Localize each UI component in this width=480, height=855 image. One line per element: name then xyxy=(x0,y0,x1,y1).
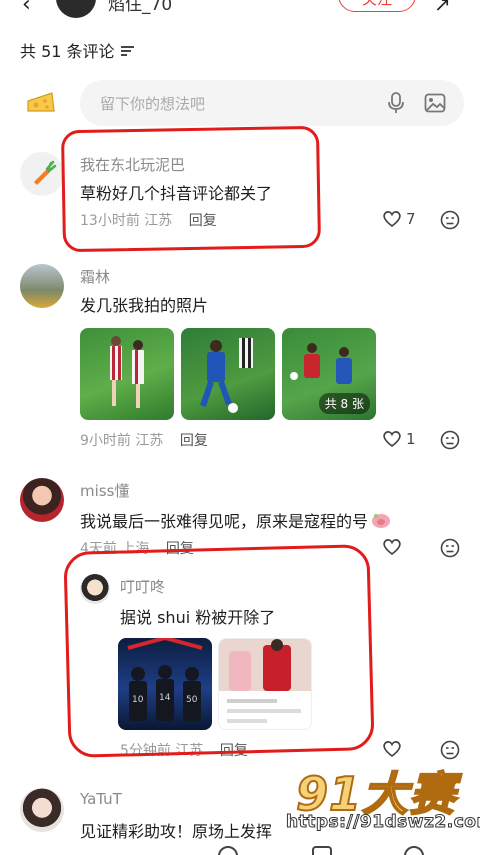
avatar[interactable] xyxy=(20,478,64,522)
heart-icon xyxy=(383,211,401,228)
sort-icon[interactable] xyxy=(120,45,134,56)
soccer-players-image xyxy=(200,338,253,413)
heart-icon xyxy=(383,539,401,556)
microphone-icon[interactable] xyxy=(386,92,406,114)
follow-button[interactable]: 关注 xyxy=(338,0,416,12)
photo-thumbnail[interactable]: 共 8 张 xyxy=(282,328,376,420)
comment-text-body: 我说最后一张难得见呢，原来是寇程的号 xyxy=(80,512,369,531)
photo-grid: 共 8 张 xyxy=(80,328,380,420)
dislike-icon[interactable] xyxy=(440,430,460,450)
annotation-box xyxy=(63,544,375,758)
photo-thumbnail[interactable] xyxy=(80,328,174,420)
comment-icon[interactable] xyxy=(312,846,332,855)
reply-button[interactable]: 回复 xyxy=(180,433,208,449)
comment-count: 共 51 条评论 xyxy=(20,42,115,61)
avatar[interactable] xyxy=(20,264,64,308)
watermark-logo: 91大赛 xyxy=(295,758,476,822)
cheese-emoji-icon[interactable] xyxy=(26,89,56,115)
photo-count-badge: 共 8 张 xyxy=(318,393,370,414)
image-icon[interactable] xyxy=(424,92,446,114)
dislike-icon[interactable] xyxy=(440,210,460,230)
like-count: 1 xyxy=(406,430,416,448)
chevron-left-icon[interactable]: ‹ xyxy=(22,0,31,17)
comment-location: 江苏 xyxy=(135,433,164,449)
comment-text: 发几张我拍的照片 xyxy=(80,296,209,315)
share-icon[interactable] xyxy=(404,846,424,855)
soccer-players-image xyxy=(110,336,144,408)
comment-item: 霜林 发几张我拍的照片 共 8 张 9小时前 江苏 回复 1 xyxy=(0,262,480,452)
like-button[interactable]: 1 xyxy=(382,430,416,448)
carrot-icon xyxy=(34,160,57,185)
author-avatar[interactable] xyxy=(56,0,96,18)
dislike-icon[interactable] xyxy=(440,538,460,558)
dislike-icon[interactable] xyxy=(440,740,460,760)
author-name[interactable]: 焰住_70 xyxy=(108,0,172,15)
comment-username[interactable]: miss懂 xyxy=(80,480,129,501)
comment-username[interactable]: 霜林 xyxy=(80,266,110,287)
avatar[interactable] xyxy=(20,152,64,196)
comment-text: 我说最后一张难得见呢，原来是寇程的号 xyxy=(80,508,392,532)
comment-input-placeholder: 留下你的想法吧 xyxy=(100,95,206,113)
like-icon[interactable] xyxy=(218,846,238,855)
avatar[interactable] xyxy=(20,788,64,832)
comment-input-row: 留下你的想法吧 xyxy=(20,80,464,126)
comment-time: 9小时前 xyxy=(80,433,131,449)
comment-count-row: 共 51 条评论 xyxy=(20,38,134,62)
watermark-url: https://91dswz2.com xyxy=(286,812,480,833)
like-button[interactable] xyxy=(382,740,402,758)
comment-meta: 9小时前 江苏 回复 xyxy=(80,430,208,450)
photo-thumbnail[interactable] xyxy=(181,328,275,420)
annotation-box xyxy=(60,125,322,253)
comment-text: 见证精彩助攻！原场上发挥 xyxy=(80,822,273,841)
comment-username[interactable]: YaTuT xyxy=(80,790,122,808)
pig-emoji-icon xyxy=(372,514,391,528)
bottom-bar xyxy=(0,846,480,855)
heart-icon xyxy=(383,741,401,758)
top-bar: ‹ 焰住_70 关注 ↗ xyxy=(0,0,480,20)
heart-icon xyxy=(383,431,401,448)
share-icon[interactable]: ↗ xyxy=(434,0,451,16)
like-button[interactable] xyxy=(382,538,402,556)
like-button[interactable]: 7 xyxy=(382,210,416,228)
comment-input[interactable]: 留下你的想法吧 xyxy=(80,80,464,126)
like-count: 7 xyxy=(406,210,416,228)
